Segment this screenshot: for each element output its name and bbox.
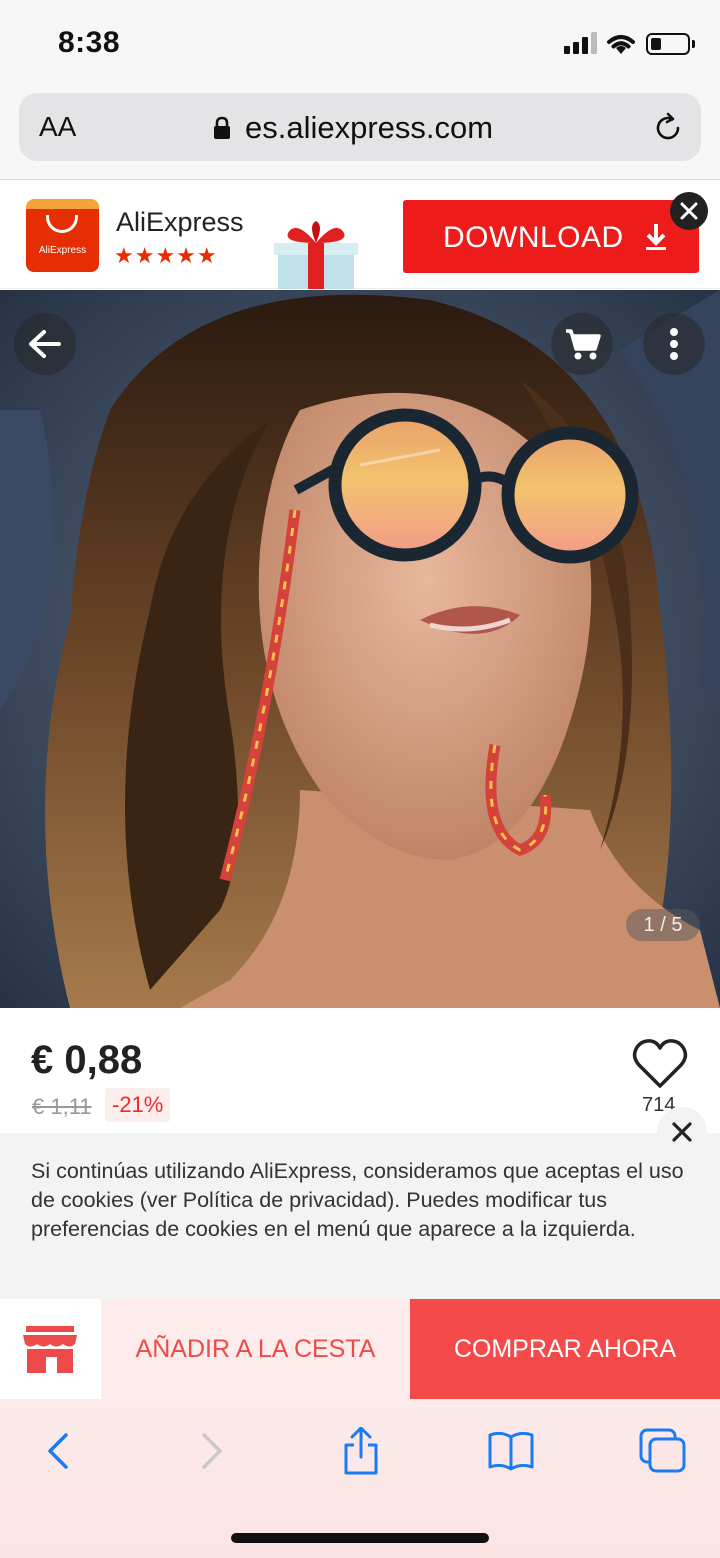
banner-close-button[interactable] bbox=[670, 192, 708, 230]
product-photo bbox=[0, 290, 720, 1008]
tabs-icon[interactable] bbox=[638, 1427, 688, 1475]
close-icon bbox=[672, 1122, 692, 1142]
phone-screen: 8:38 AA es.aliexpress.com AliExpress Ali… bbox=[0, 0, 720, 1558]
bookmarks-icon[interactable] bbox=[486, 1427, 536, 1475]
cart-button[interactable] bbox=[551, 313, 613, 375]
store-button[interactable] bbox=[0, 1299, 101, 1399]
back-icon[interactable] bbox=[36, 1427, 86, 1475]
wifi-icon bbox=[607, 35, 635, 54]
download-label: DOWNLOAD bbox=[443, 221, 624, 254]
text-size-button[interactable]: AA bbox=[39, 111, 76, 143]
reload-icon[interactable] bbox=[651, 111, 685, 145]
status-time: 8:38 bbox=[58, 26, 121, 59]
cookie-close-button[interactable] bbox=[657, 1107, 707, 1157]
image-pager: 1 / 5 bbox=[626, 909, 700, 941]
forward-icon[interactable] bbox=[186, 1427, 236, 1475]
original-price: € 1,11 bbox=[32, 1094, 92, 1119]
app-rating-stars: ★★★★★ bbox=[114, 243, 218, 268]
share-icon[interactable] bbox=[336, 1427, 386, 1475]
cellular-signal-icon bbox=[564, 32, 598, 54]
close-icon bbox=[680, 202, 698, 220]
more-vertical-icon bbox=[670, 328, 678, 360]
more-options-button[interactable] bbox=[643, 313, 705, 375]
store-icon bbox=[23, 1326, 77, 1373]
app-name: AliExpress bbox=[116, 207, 244, 237]
battery-icon bbox=[646, 33, 690, 55]
battery-tip bbox=[692, 40, 695, 48]
price-section: € 0,88 € 1,11 -21% 714 bbox=[0, 1008, 720, 1136]
lock-icon bbox=[214, 116, 230, 139]
buy-now-button[interactable]: COMPRAR AHORA bbox=[410, 1299, 720, 1399]
browser-address-area: AA es.aliexpress.com bbox=[0, 88, 720, 180]
arrow-left-icon bbox=[29, 330, 61, 358]
cookie-notice-text: Si continúas utilizando AliExpress, cons… bbox=[31, 1159, 684, 1241]
cookie-notice: Si continúas utilizando AliExpress, cons… bbox=[0, 1107, 720, 1299]
back-button[interactable] bbox=[14, 313, 76, 375]
browser-toolbar bbox=[0, 1399, 720, 1558]
heart-icon[interactable] bbox=[632, 1038, 688, 1090]
purchase-action-bar: AÑADIR A LA CESTA COMPRAR AHORA bbox=[0, 1299, 720, 1399]
product-image-gallery[interactable]: 1 / 5 bbox=[0, 290, 720, 1008]
current-price: € 0,88 bbox=[31, 1038, 143, 1082]
url-text[interactable]: es.aliexpress.com bbox=[245, 110, 493, 146]
address-bar[interactable]: AA es.aliexpress.com bbox=[19, 93, 701, 161]
aliexpress-logo: AliExpress bbox=[26, 199, 99, 272]
download-arrow-icon bbox=[646, 224, 666, 250]
status-bar: 8:38 bbox=[0, 0, 720, 88]
home-indicator bbox=[231, 1533, 489, 1543]
discount-badge: -21% bbox=[105, 1088, 171, 1122]
shopping-cart-icon bbox=[566, 329, 601, 360]
download-app-button[interactable]: DOWNLOAD bbox=[403, 200, 699, 273]
add-to-cart-button[interactable]: AÑADIR A LA CESTA bbox=[101, 1299, 410, 1399]
app-download-banner: AliExpress AliExpress ★★★★★ DOWNLOAD bbox=[0, 181, 720, 289]
gift-icon bbox=[274, 221, 358, 289]
